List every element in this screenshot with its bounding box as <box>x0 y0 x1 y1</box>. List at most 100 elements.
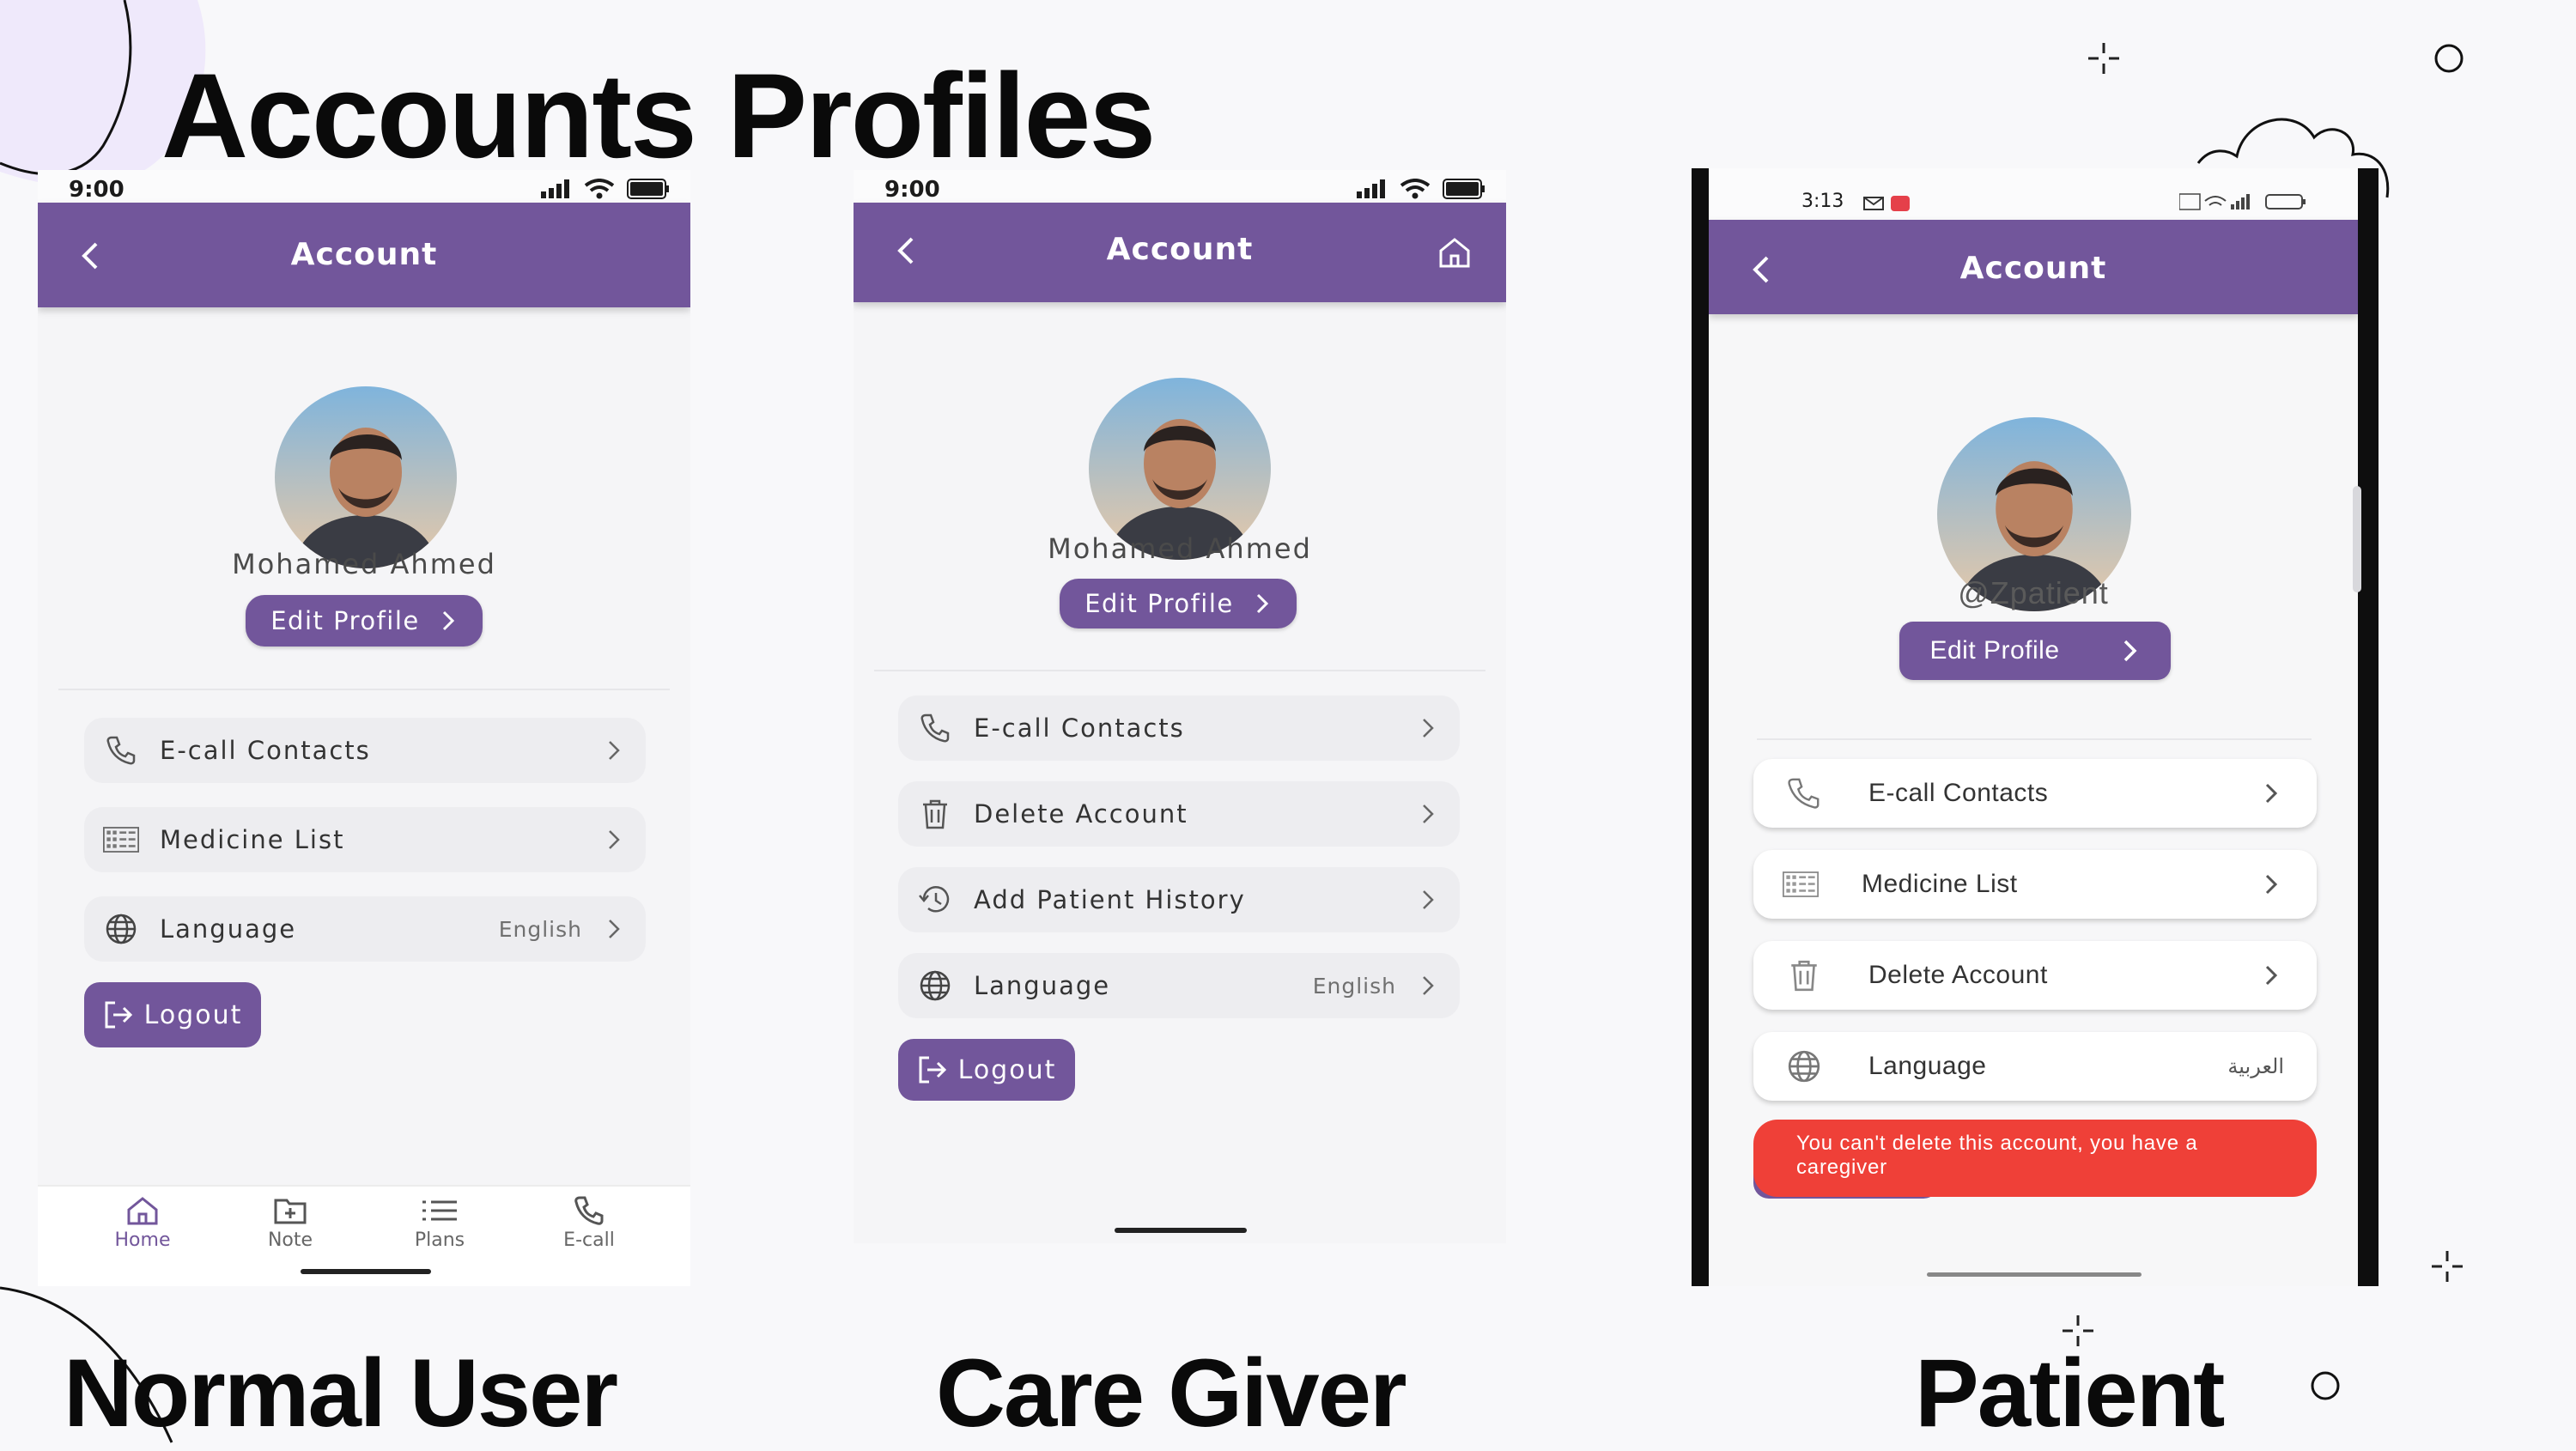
app-bar-title: Account <box>1106 232 1254 267</box>
nav-label: Home <box>114 1229 171 1251</box>
logout-button[interactable]: Logout <box>84 982 261 1047</box>
globe-icon <box>917 968 953 1004</box>
sparkle-icon <box>2432 1251 2463 1282</box>
language-value: English <box>1312 973 1396 999</box>
logout-icon <box>919 1056 946 1084</box>
section-title-normal-user: Normal User <box>64 1339 618 1447</box>
menu-item-e-call-contacts[interactable]: E-call Contacts <box>898 695 1460 761</box>
user-name: Mohamed Ahmed <box>232 548 496 580</box>
edit-profile-label: Edit Profile <box>1084 589 1234 618</box>
language-value: English <box>498 916 582 942</box>
menu-item-label: Add Patient History <box>974 885 1246 914</box>
circle-outline-icon <box>2434 44 2464 73</box>
divider <box>1757 738 2312 740</box>
menu-item-language[interactable]: Language العربية <box>1753 1032 2317 1101</box>
nav-home[interactable]: Home <box>91 1195 194 1251</box>
battery-icon <box>2265 194 2306 209</box>
menu-item-add-patient-history[interactable]: Add Patient History <box>898 867 1460 932</box>
user-name: @Zpatient <box>1958 575 2109 610</box>
section-title-care-giver: Care Giver <box>936 1339 1407 1447</box>
status-time: 9:00 <box>69 177 125 203</box>
logout-icon <box>105 1001 132 1029</box>
chevron-right-icon <box>609 830 620 849</box>
globe-icon <box>103 911 139 947</box>
menu-item-label: Delete Account <box>974 799 1188 829</box>
app-bar-title: Account <box>1959 251 2107 286</box>
nav-label: Plans <box>414 1229 465 1251</box>
home-indicator <box>301 1269 431 1274</box>
chevron-right-icon <box>1423 804 1434 823</box>
nav-label: Note <box>267 1229 313 1251</box>
page-title: Accounts Profiles <box>161 48 1156 183</box>
message-icon <box>1863 196 1910 211</box>
app-bar: Account <box>854 203 1506 302</box>
globe-icon <box>1786 1048 1822 1084</box>
normal-user-screen: 9:00 Account Mohamed Ahmed Edit Profile … <box>38 170 690 1286</box>
patient-screen: 3:13 Account @Zpatient Edit Profile E-ca… <box>1709 168 2358 1286</box>
nav-label: E-call <box>563 1229 615 1251</box>
section-title-patient: Patient <box>1915 1339 2225 1447</box>
menu-item-language[interactable]: Language English <box>898 953 1460 1018</box>
home-indicator <box>1927 1272 2142 1277</box>
app-bar: Account <box>1709 220 2358 314</box>
menu-item-label: E-call Contacts <box>974 713 1185 743</box>
menu-item-label: Delete Account <box>1868 961 2048 989</box>
status-time: 9:00 <box>884 177 940 203</box>
trash-icon <box>917 796 953 832</box>
menu-item-label: E-call Contacts <box>160 736 371 765</box>
menu-item-label: Language <box>1868 1052 1987 1080</box>
menu-item-language[interactable]: Language English <box>84 896 646 962</box>
menu-item-e-call-contacts[interactable]: E-call Contacts <box>84 718 646 783</box>
phone-icon <box>103 732 139 768</box>
app-bar: Account <box>38 203 690 307</box>
logout-label: Logout <box>957 1054 1057 1085</box>
menu-item-medicine-list[interactable]: Medicine List <box>84 807 646 872</box>
signal-icon <box>2179 193 2250 210</box>
logout-label: Logout <box>143 999 243 1030</box>
menu-item-medicine-list[interactable]: Medicine List <box>1753 850 2317 919</box>
nav-e-call[interactable]: E-call <box>538 1195 641 1251</box>
nav-note[interactable]: Note <box>239 1195 342 1251</box>
trash-icon <box>1786 957 1822 993</box>
caregiver-screen: 9:00 Account Mohamed Ahmed Edit Profile … <box>854 170 1506 1243</box>
logout-button[interactable]: Logout <box>898 1039 1075 1101</box>
app-bar-title: Account <box>290 237 438 272</box>
menu-item-label: Language <box>974 971 1111 1000</box>
menu-item-e-call-contacts[interactable]: E-call Contacts <box>1753 759 2317 828</box>
chevron-right-icon <box>2123 640 2137 662</box>
note-icon <box>274 1199 307 1224</box>
divider <box>58 689 670 690</box>
battery-icon <box>627 179 669 199</box>
phone-icon <box>917 710 953 746</box>
scrollbar[interactable] <box>2353 486 2361 592</box>
chevron-right-icon <box>2265 783 2278 804</box>
nav-plans[interactable]: Plans <box>388 1195 491 1251</box>
chevron-right-icon <box>609 741 620 760</box>
wifi-icon <box>1400 179 1431 199</box>
grid-list-icon <box>103 822 139 858</box>
menu-item-delete-account[interactable]: Delete Account <box>898 781 1460 847</box>
status-time: 3:13 <box>1801 191 1844 212</box>
chevron-right-icon <box>2265 874 2278 895</box>
phone-icon <box>574 1196 604 1225</box>
user-name: Mohamed Ahmed <box>1048 532 1312 565</box>
chevron-right-icon <box>609 920 620 938</box>
chevron-right-icon <box>1423 890 1434 909</box>
edit-profile-button[interactable]: Edit Profile <box>1899 622 2171 680</box>
edit-profile-button[interactable]: Edit Profile <box>246 595 483 647</box>
chevron-right-icon <box>442 610 454 631</box>
home-icon[interactable] <box>1436 234 1473 271</box>
language-value: العربية <box>2227 1054 2284 1078</box>
signal-icon <box>1357 179 1385 198</box>
divider <box>874 670 1485 671</box>
battery-icon <box>1443 179 1485 199</box>
wifi-icon <box>584 179 615 199</box>
edit-profile-button[interactable]: Edit Profile <box>1060 579 1297 628</box>
grid-list-icon <box>1783 866 1819 902</box>
menu-item-label: Language <box>160 914 297 944</box>
error-toast: You can't delete this account, you have … <box>1753 1120 2317 1197</box>
bottom-navigation: Home Note Plans E-call <box>38 1185 690 1286</box>
menu-item-delete-account[interactable]: Delete Account <box>1753 941 2317 1010</box>
menu-item-label: E-call Contacts <box>1868 779 2049 807</box>
list-icon <box>422 1200 457 1221</box>
